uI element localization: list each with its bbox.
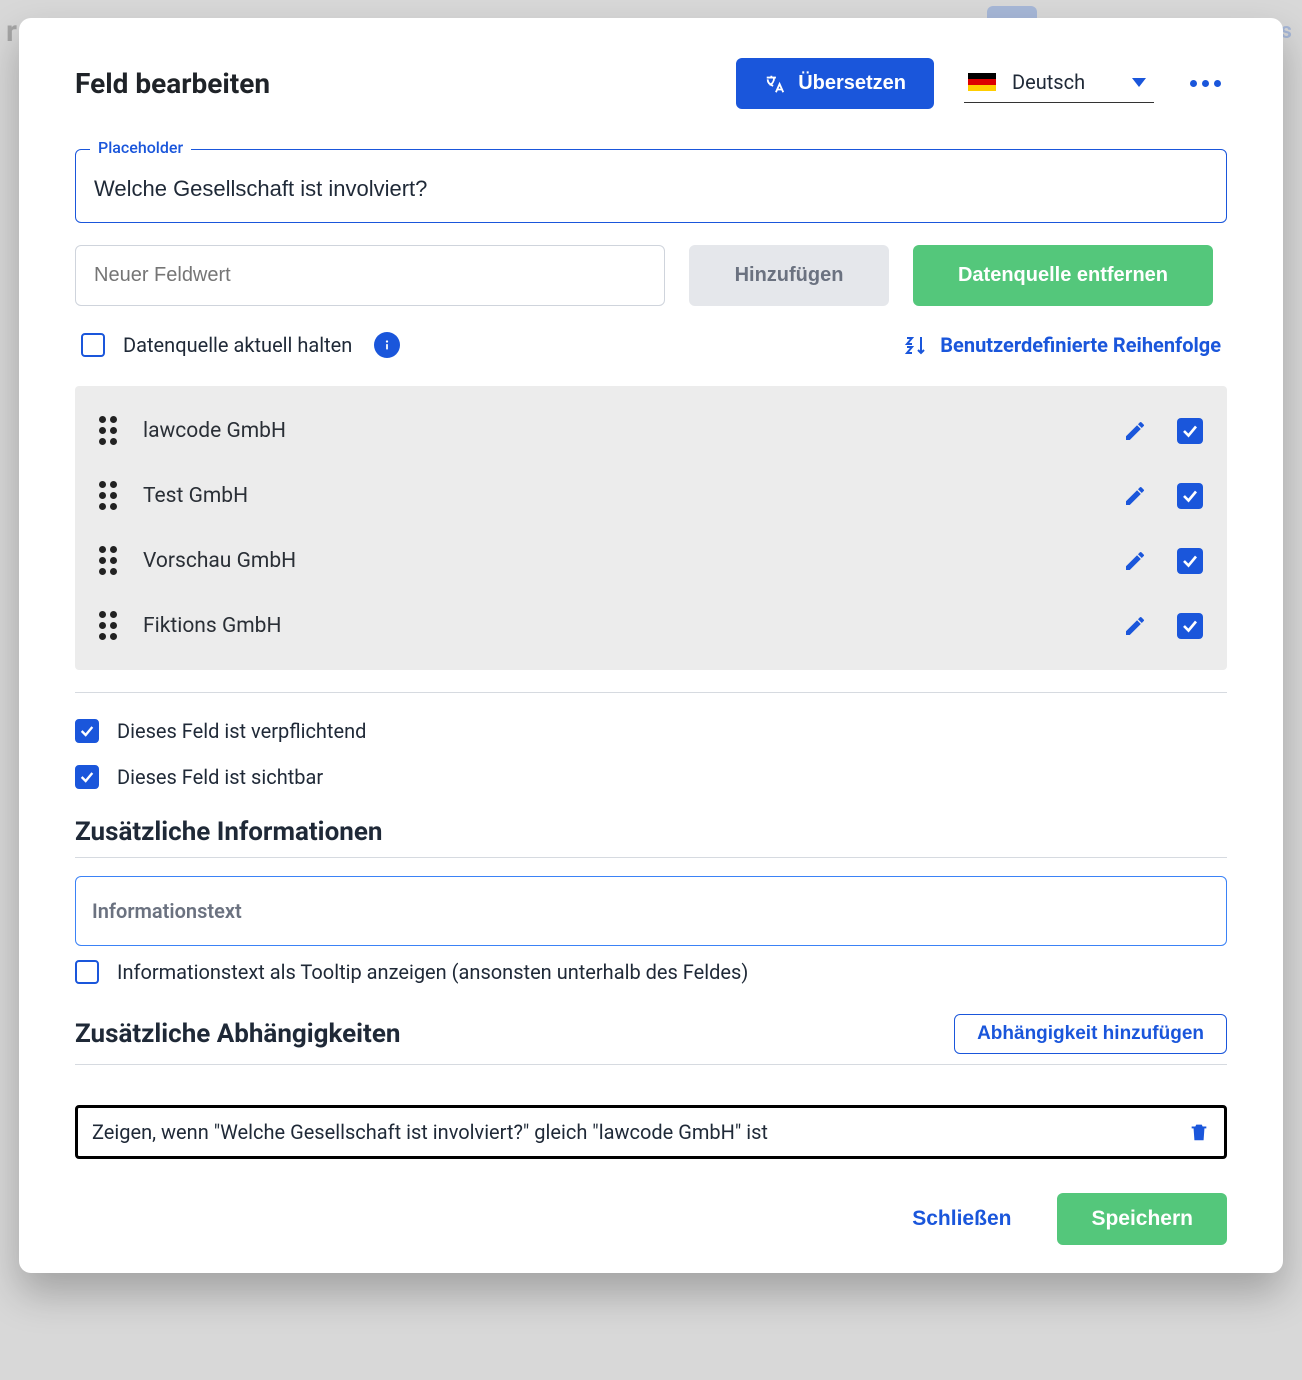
info-icon[interactable] (374, 332, 400, 358)
section-extra-info-title: Zusätzliche Informationen (75, 817, 1227, 858)
add-value-button[interactable]: Hinzufügen (689, 245, 889, 306)
keep-datasource-checkbox[interactable] (81, 333, 105, 357)
new-value-row: Hinzufügen Datenquelle entfernen (75, 245, 1227, 306)
edit-icon[interactable] (1123, 419, 1147, 443)
translate-icon (764, 73, 786, 95)
translate-button[interactable]: Übersetzen (736, 58, 934, 109)
save-button[interactable]: Speichern (1057, 1193, 1227, 1245)
options-toolbar: Datenquelle aktuell halten Benutzerdefin… (75, 332, 1227, 358)
modal-overlay: Feld bearbeiten Übersetzen Deutsch (0, 0, 1302, 1380)
close-button[interactable]: Schließen (896, 1197, 1027, 1241)
modal-title: Feld bearbeiten (75, 67, 270, 100)
options-list: lawcode GmbH Test GmbH (75, 386, 1227, 670)
option-enabled-checkbox[interactable] (1177, 548, 1203, 574)
language-select[interactable]: Deutsch (964, 64, 1154, 103)
mandatory-checkbox[interactable] (75, 719, 99, 743)
option-name: lawcode GmbH (143, 419, 1101, 443)
flag-de-icon (968, 73, 996, 91)
section-deps-title: Zusätzliche Abhängigkeiten (75, 1019, 400, 1049)
divider (75, 692, 1227, 693)
option-name: Vorschau GmbH (143, 549, 1101, 573)
drag-handle-icon[interactable] (99, 546, 121, 575)
custom-order-label: Benutzerdefinierte Reihenfolge (940, 333, 1221, 357)
add-dependency-button[interactable]: Abhängigkeit hinzufügen (954, 1014, 1227, 1054)
tooltip-label: Informationstext als Tooltip anzeigen (a… (117, 960, 748, 984)
info-text-placeholder: Informationstext (92, 899, 242, 923)
tooltip-checkbox[interactable] (75, 960, 99, 984)
custom-order-button[interactable]: Benutzerdefinierte Reihenfolge (904, 333, 1221, 357)
mandatory-label: Dieses Feld ist verpflichtend (117, 719, 366, 743)
language-select-label: Deutsch (1012, 70, 1116, 94)
drag-handle-icon[interactable] (99, 611, 121, 640)
remove-datasource-button[interactable]: Datenquelle entfernen (913, 245, 1213, 306)
drag-handle-icon[interactable] (99, 416, 121, 445)
placeholder-field[interactable]: Placeholder (75, 149, 1227, 223)
drag-handle-icon[interactable] (99, 481, 121, 510)
chevron-down-icon (1132, 78, 1146, 87)
more-menu-button[interactable] (1184, 74, 1227, 93)
list-item: Vorschau GmbH (75, 528, 1227, 593)
trash-icon[interactable] (1188, 1121, 1210, 1143)
visible-checkbox[interactable] (75, 765, 99, 789)
placeholder-field-legend: Placeholder (90, 138, 191, 157)
info-text-input[interactable]: Informationstext (75, 876, 1227, 946)
list-item: Test GmbH (75, 463, 1227, 528)
option-enabled-checkbox[interactable] (1177, 418, 1203, 444)
dependency-rule[interactable]: Zeigen, wenn "Welche Gesellschaft ist in… (75, 1105, 1227, 1159)
edit-icon[interactable] (1123, 549, 1147, 573)
option-enabled-checkbox[interactable] (1177, 613, 1203, 639)
translate-button-label: Übersetzen (798, 72, 906, 95)
placeholder-input[interactable] (94, 176, 1208, 202)
option-enabled-checkbox[interactable] (1177, 483, 1203, 509)
list-item: Fiktions GmbH (75, 593, 1227, 658)
new-field-value-input[interactable] (75, 245, 665, 306)
keep-datasource-label: Datenquelle aktuell halten (123, 333, 352, 357)
visible-label: Dieses Feld ist sichtbar (117, 765, 323, 789)
option-name: Test GmbH (143, 484, 1101, 508)
edit-icon[interactable] (1123, 614, 1147, 638)
dependency-rule-text: Zeigen, wenn "Welche Gesellschaft ist in… (92, 1120, 768, 1144)
list-item: lawcode GmbH (75, 398, 1227, 463)
modal-footer: Schließen Speichern (75, 1193, 1227, 1245)
option-name: Fiktions GmbH (143, 614, 1101, 638)
modal-header: Feld bearbeiten Übersetzen Deutsch (75, 58, 1227, 109)
edit-field-modal: Feld bearbeiten Übersetzen Deutsch (19, 18, 1283, 1273)
edit-icon[interactable] (1123, 484, 1147, 508)
